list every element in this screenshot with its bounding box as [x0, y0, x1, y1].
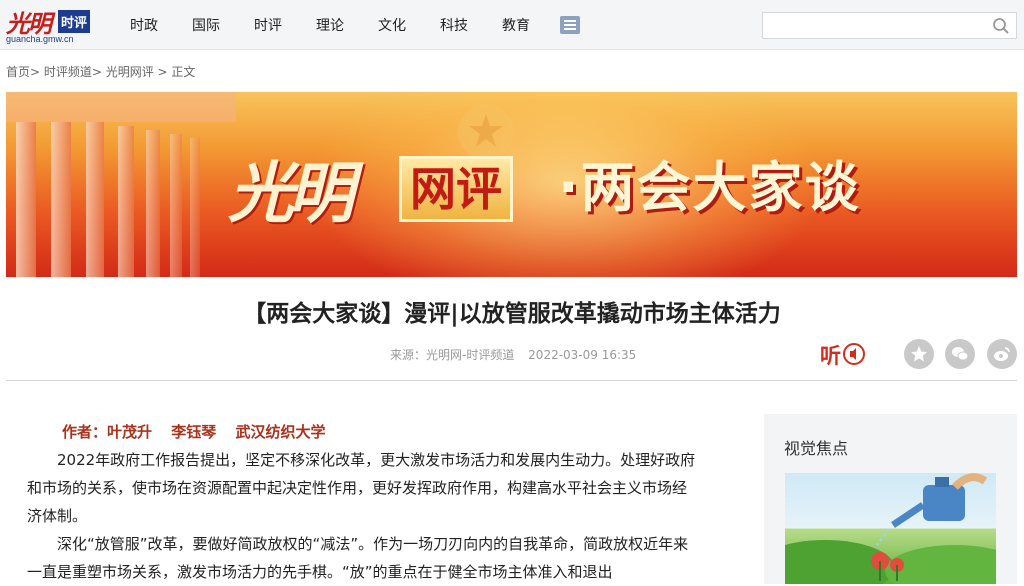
top-bar: 光明 时评 guancha.gmw.cn 时政 国际 时评 理论 文化 科技 教…	[0, 0, 1024, 50]
star-icon	[911, 346, 927, 362]
article-body: 作者：叶茂升 李钰琴 武汉纺织大学 2022年政府工作报告提出，坚定不移深化改革…	[27, 418, 699, 586]
nav-item-culture[interactable]: 文化	[378, 15, 406, 35]
article-meta: 来源：光明网-时评频道 2022-03-09 16:35	[390, 346, 646, 363]
breadcrumb-text[interactable]: 首页> 时评频道> 光明网评 > 正文	[6, 65, 195, 79]
visual-focus-image[interactable]	[785, 473, 996, 584]
divider	[6, 380, 1017, 381]
site-logo[interactable]: 光明 时评 guancha.gmw.cn	[6, 6, 96, 44]
nav-item-international[interactable]: 国际	[192, 15, 220, 35]
nav-item-commentary[interactable]: 时评	[254, 15, 282, 35]
search-icon[interactable]	[992, 17, 1010, 35]
nav-item-tech[interactable]: 科技	[440, 15, 468, 35]
sidebar-title: 视觉焦点	[784, 439, 849, 458]
article-datetime: 2022-03-09 16:35	[528, 348, 637, 362]
wechat-icon	[952, 347, 969, 361]
national-emblem-icon	[458, 104, 514, 160]
article-paragraph: 2022年政府工作报告提出，坚定不移深化改革，更大激发市场活力和发展内生动力。处…	[27, 451, 696, 525]
weibo-share-button[interactable]	[987, 339, 1017, 369]
article-title: 【两会大家谈】漫评|以放管服改革撬动市场主体活力	[243, 301, 781, 327]
banner: 光明 网评 ·两会大家谈	[6, 92, 1017, 277]
breadcrumb[interactable]: 首页> 时评频道> 光明网评 > 正文	[6, 63, 195, 80]
search-input[interactable]	[763, 13, 983, 38]
listen-label: 听	[820, 344, 841, 368]
audio-icon	[843, 343, 865, 365]
main-nav: 时政 国际 时评 理论 文化 科技 教育	[130, 0, 580, 50]
article-author: 作者：叶茂升 李钰琴 武汉纺织大学	[27, 418, 699, 446]
article-paragraph: 深化“放管服”改革，要做好简政放权的“减法”。作为一场刀刃向内的自我革命，简政放…	[27, 535, 689, 581]
great-hall-illustration	[6, 92, 236, 277]
cartoon-illustration	[785, 473, 996, 584]
visual-focus-panel: 视觉焦点	[764, 414, 1017, 584]
banner-badge: 网评	[399, 156, 513, 222]
article-source: 来源：光明网-时评频道	[390, 348, 515, 362]
author-name-2: 李钰琴	[171, 423, 217, 441]
wechat-share-button[interactable]	[945, 339, 975, 369]
favorite-button[interactable]	[904, 339, 934, 369]
nav-item-politics[interactable]: 时政	[130, 15, 158, 35]
banner-script-logo: 光明	[228, 154, 354, 232]
weibo-icon	[994, 347, 1010, 361]
menu-icon[interactable]	[560, 16, 580, 34]
author-name: 作者：叶茂升	[62, 423, 153, 441]
nav-item-theory[interactable]: 理论	[316, 15, 344, 35]
listen-button[interactable]: 听	[820, 338, 866, 368]
logo-badge: 时评	[58, 10, 91, 33]
logo-domain: guancha.gmw.cn	[6, 34, 74, 44]
banner-title: ·两会大家谈	[558, 156, 861, 219]
search-box	[762, 12, 1017, 39]
author-org: 武汉纺织大学	[235, 423, 326, 441]
nav-item-education[interactable]: 教育	[502, 15, 530, 35]
